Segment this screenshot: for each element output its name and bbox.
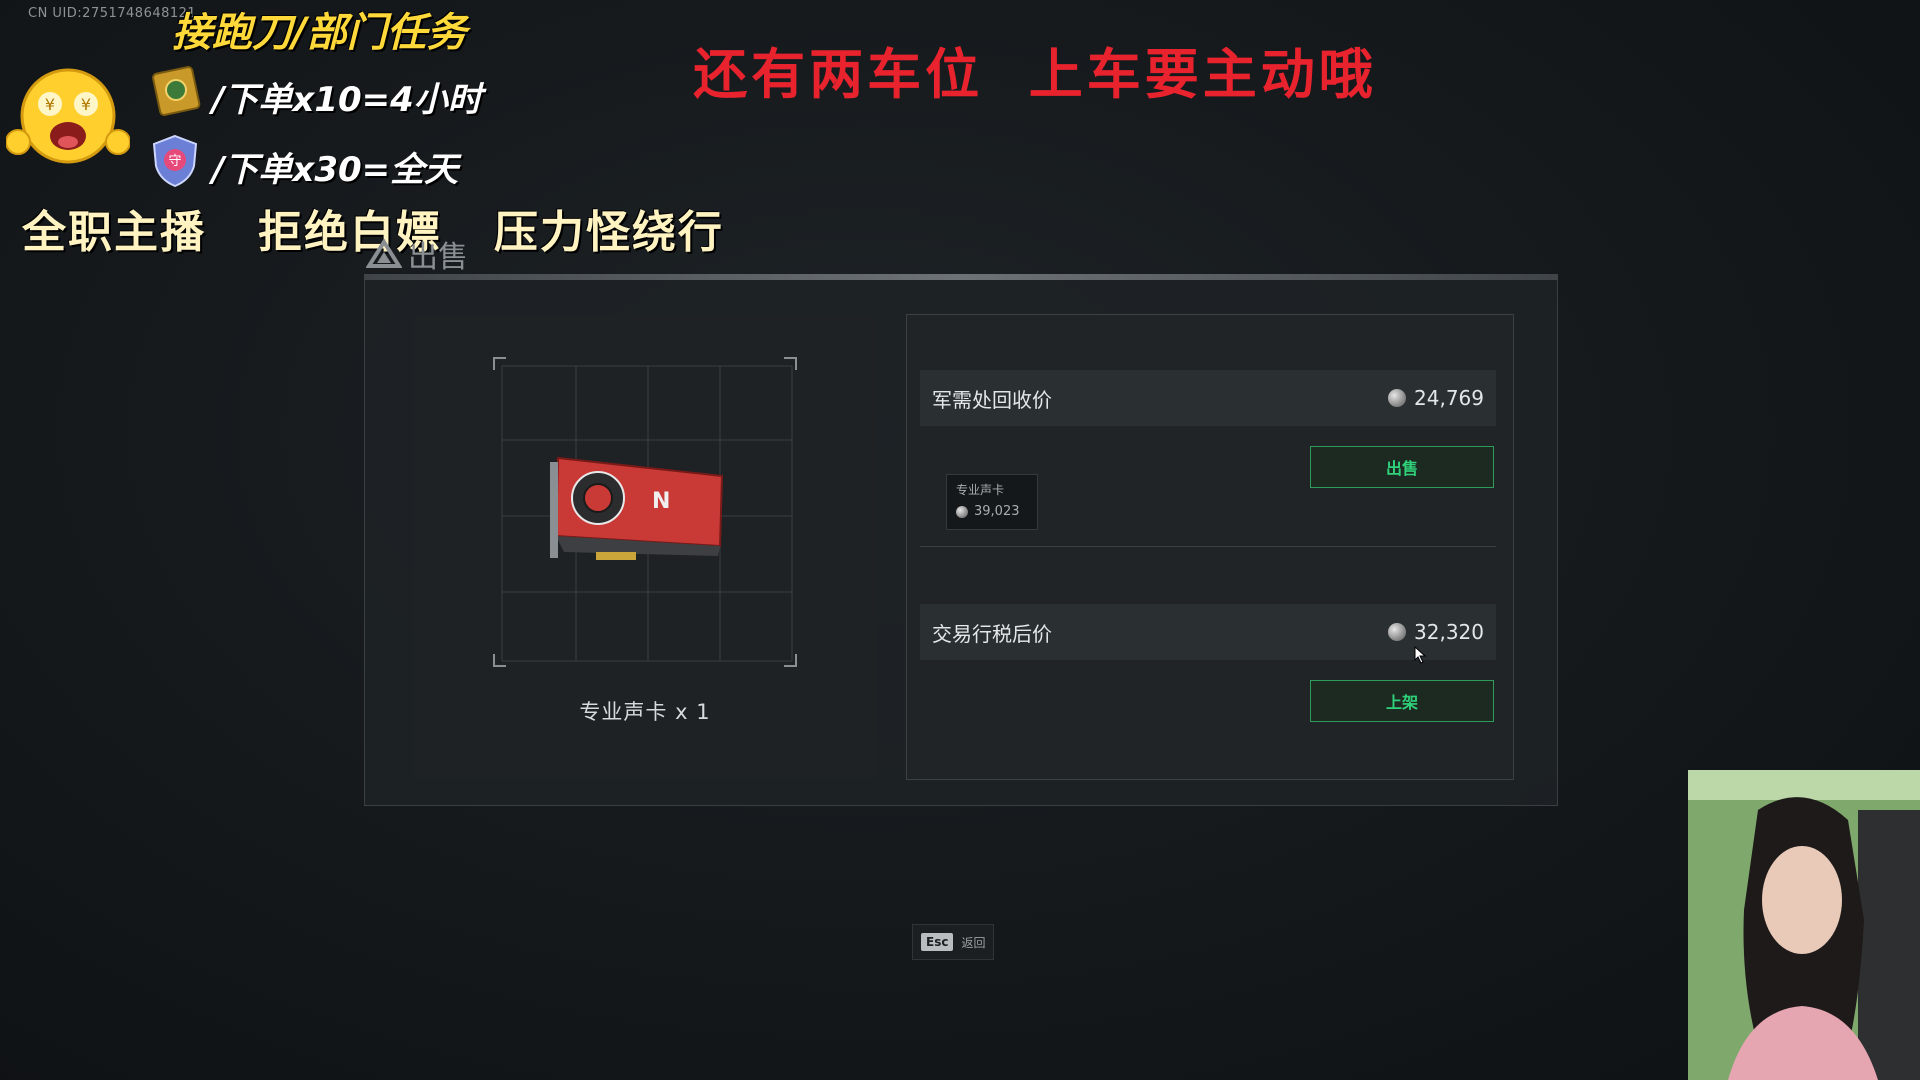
webcam-image <box>1688 770 1920 1080</box>
shield-badge-icon: 守 <box>152 134 198 188</box>
market-price-label: 交易行税后价 <box>932 621 1052 646</box>
tooltip-item-name: 专业声卡 <box>956 483 1005 497</box>
recycle-price-value: 24,769 <box>1388 386 1484 410</box>
overlay-banner: 还有两车位 上车要主动哦 <box>693 42 1377 106</box>
recycle-price-amount: 24,769 <box>1414 386 1484 410</box>
cursor-icon <box>1414 646 1427 664</box>
back-button[interactable]: Esc 返回 <box>912 924 995 960</box>
back-label: 返回 <box>961 935 986 950</box>
options-divider <box>920 546 1496 547</box>
market-price-amount: 32,320 <box>1414 620 1484 644</box>
uid-label: CN UID:2751748648121 <box>28 6 197 21</box>
dialog-title: 出售 <box>366 232 468 276</box>
svg-text:N: N <box>652 489 670 514</box>
esc-key: Esc <box>921 933 954 951</box>
coin-icon <box>1388 623 1407 641</box>
item-tooltip: 专业声卡 39,023 <box>946 474 1038 530</box>
market-price-value: 32,320 <box>1388 620 1484 644</box>
sell-triangle-icon <box>366 239 402 268</box>
coin-icon <box>1388 389 1407 407</box>
sell-button[interactable]: 出售 <box>1310 446 1494 488</box>
item-name: 专业声卡 x 1 <box>579 700 711 724</box>
panel-top-bar <box>364 274 1558 280</box>
tooltip-price: 39,023 <box>956 504 1028 519</box>
list-on-market-button[interactable]: 上架 <box>1310 680 1494 722</box>
recycle-price-row: 军需处回收价 24,769 <box>920 370 1496 426</box>
recycle-price-label: 军需处回收价 <box>932 387 1052 412</box>
svg-text:守: 守 <box>168 154 181 169</box>
market-price-row: 交易行税后价 32,320 <box>920 604 1496 660</box>
dialog-title-text: 出售 <box>408 240 468 275</box>
sound-card-image: N <box>550 456 724 560</box>
streamer-webcam <box>1688 770 1920 1080</box>
coin-icon <box>956 505 968 518</box>
tooltip-price-amount: 39,023 <box>974 504 1020 519</box>
overlay-line-2: /下单x30=全天 <box>212 150 459 190</box>
